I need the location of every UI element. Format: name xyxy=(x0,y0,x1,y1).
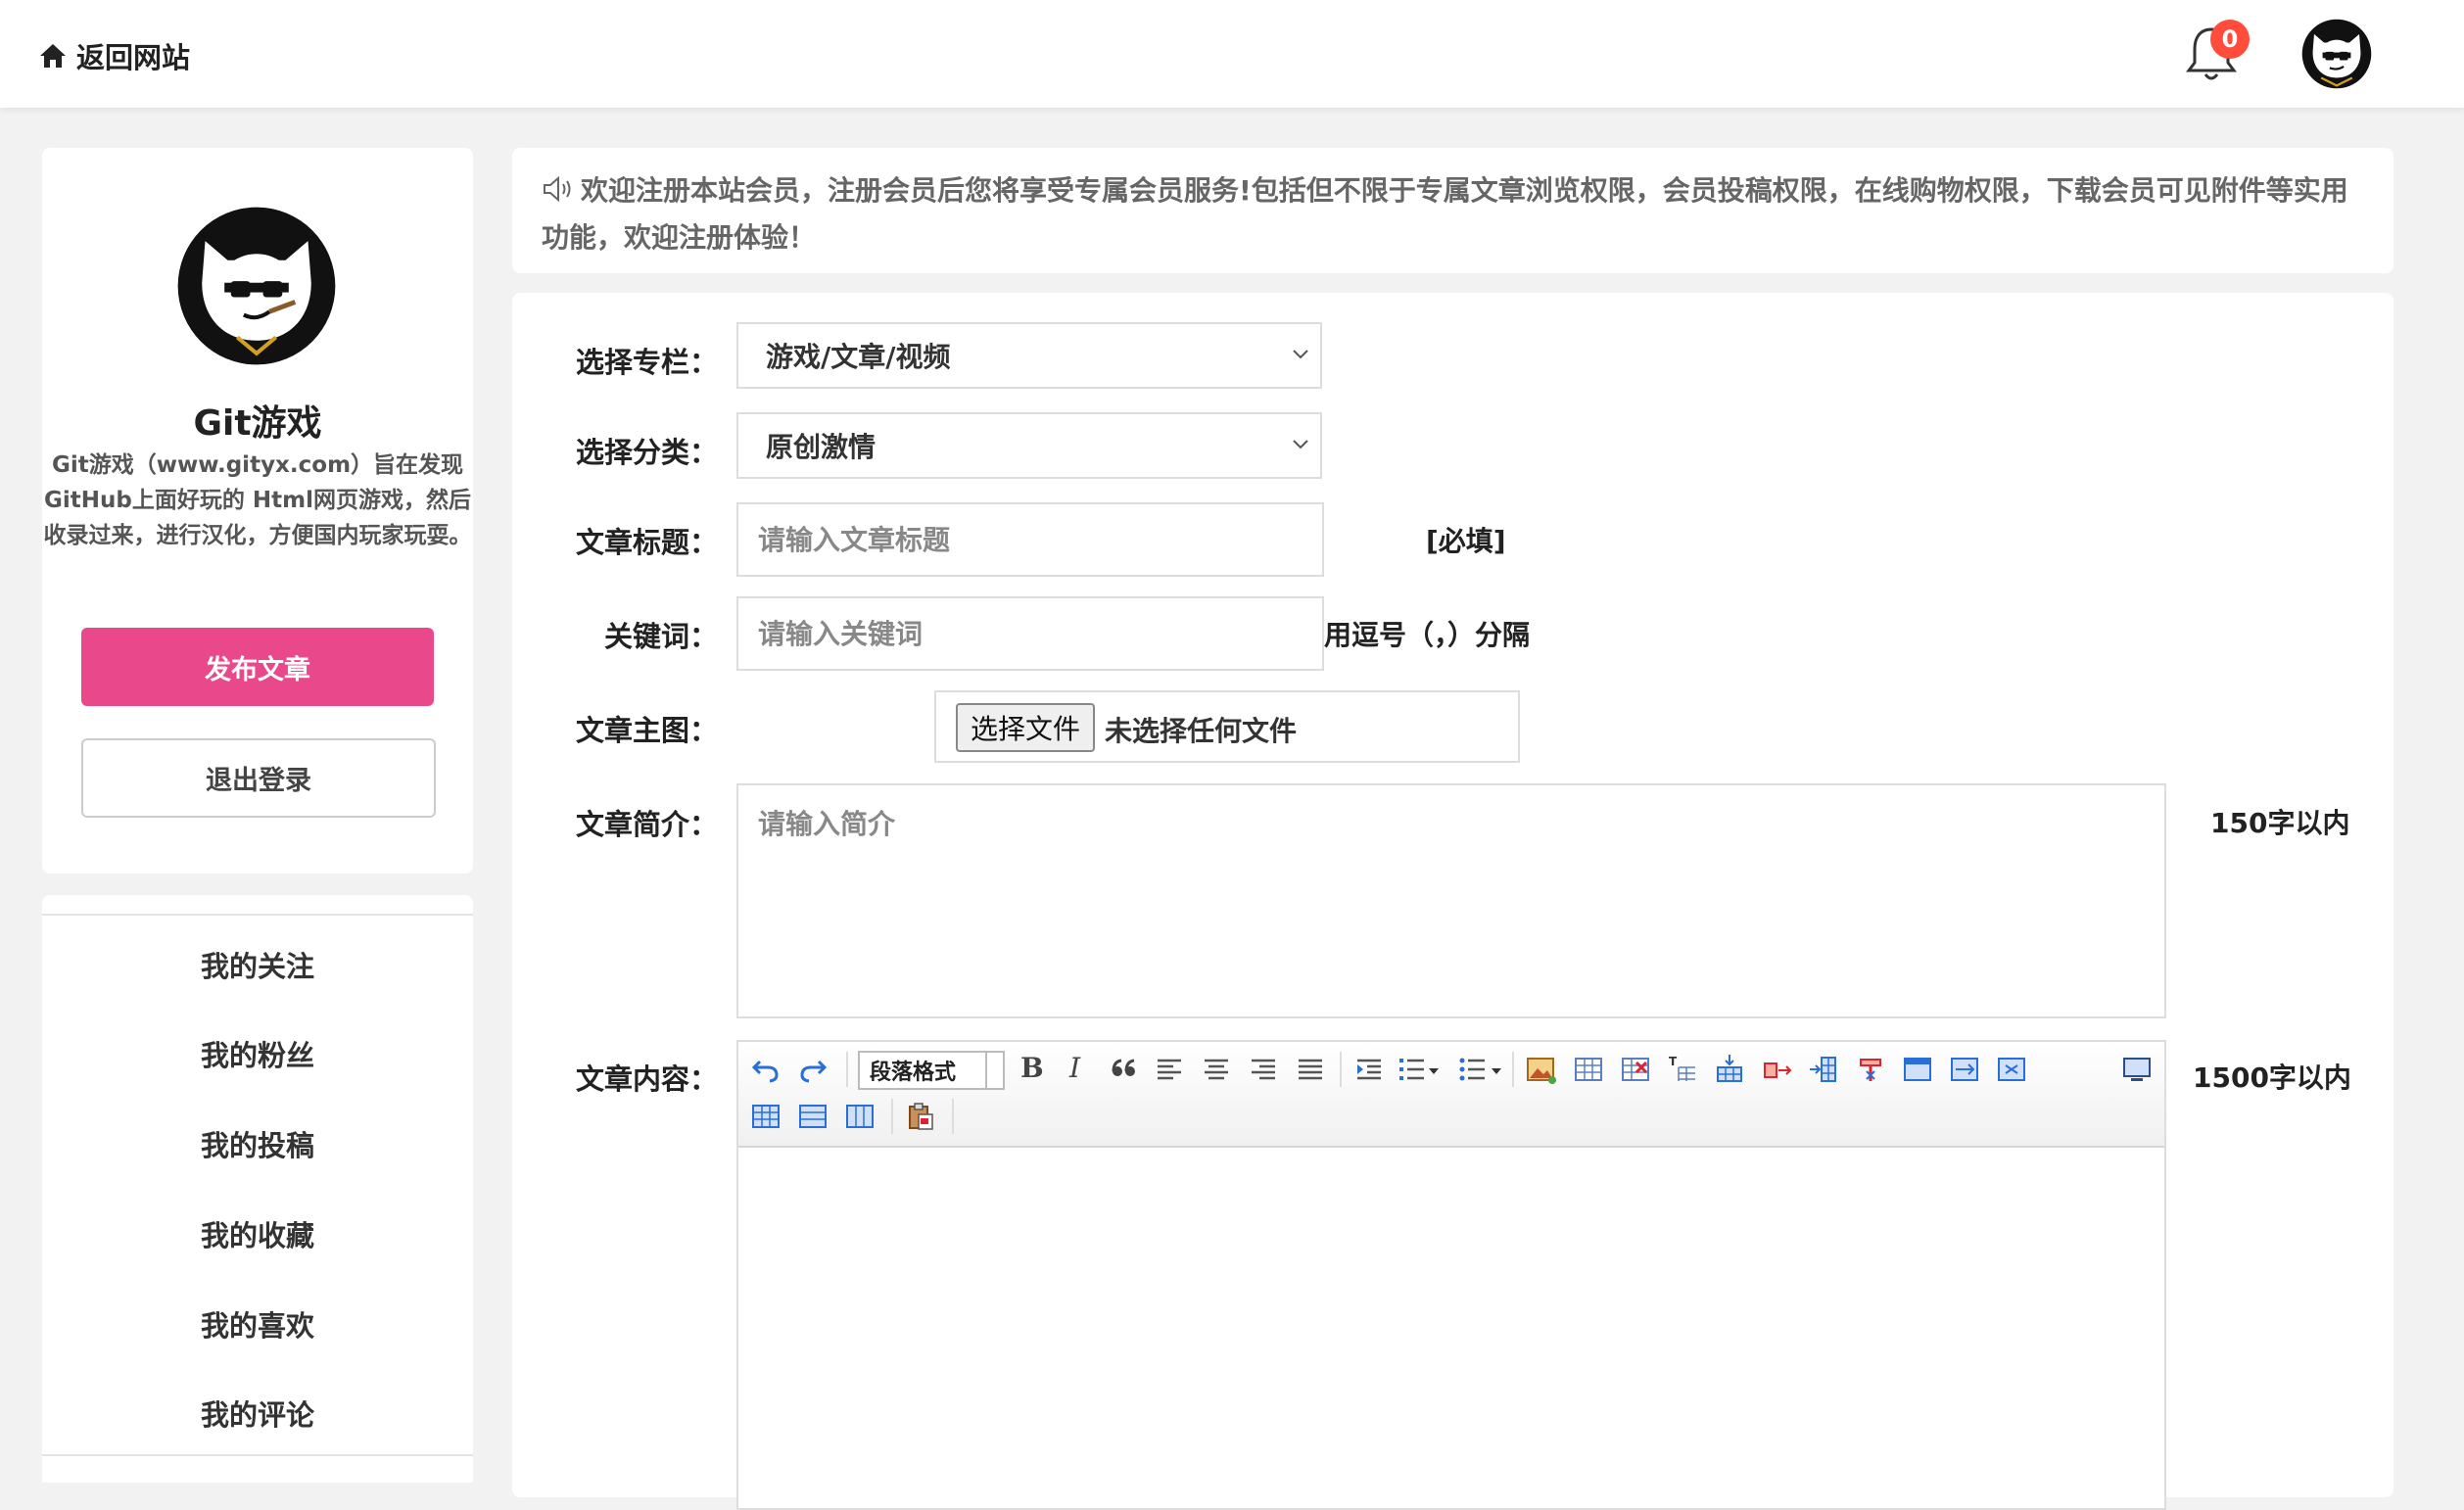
editor-toolbar: 段落格式 B I T xyxy=(738,1042,2164,1148)
menu-item-comments[interactable]: 我的评论 xyxy=(42,1392,473,1434)
indent-icon[interactable] xyxy=(1353,1054,1385,1085)
title-label: 文章标题： xyxy=(575,526,718,559)
redo-icon[interactable] xyxy=(797,1054,829,1085)
profile-avatar xyxy=(177,207,336,365)
svg-text:T: T xyxy=(1669,1055,1678,1068)
title-required-hint: [必填] xyxy=(1426,525,1506,557)
main-image-file-input: 选择文件 未选择任何文件 xyxy=(934,690,1520,763)
logout-button[interactable]: 退出登录 xyxy=(81,738,436,818)
divider xyxy=(42,1454,473,1456)
toolbar-separator xyxy=(952,1099,954,1134)
top-bar: 返回网站 0 xyxy=(0,0,2464,108)
publish-article-button[interactable]: 发布文章 xyxy=(81,628,434,706)
chevron-down-icon[interactable] xyxy=(1491,1067,1502,1075)
delete-row-icon[interactable] xyxy=(797,1101,829,1132)
profile-card: Git游戏 Git游戏（www.gityx.com）旨在发现GitHub上面好玩… xyxy=(42,148,473,873)
rich-text-editor[interactable]: 段落格式 B I T xyxy=(736,1040,2166,1510)
bold-button[interactable]: B xyxy=(1020,1052,1044,1084)
choose-file-button[interactable]: 选择文件 xyxy=(956,703,1095,752)
profile-name: Git游戏 xyxy=(193,403,322,444)
insert-row-icon[interactable] xyxy=(750,1101,782,1132)
chevron-down-icon xyxy=(1293,350,1308,359)
delete-table-icon[interactable] xyxy=(1620,1054,1651,1085)
unordered-list-icon[interactable] xyxy=(1457,1054,1489,1085)
align-left-icon[interactable] xyxy=(1154,1054,1185,1085)
divider xyxy=(42,914,473,916)
paragraph-format-label: 段落格式 xyxy=(870,1061,957,1085)
merge-cells-icon[interactable] xyxy=(1902,1054,1933,1085)
summary-label: 文章简介： xyxy=(575,808,718,841)
content-label: 文章内容： xyxy=(575,1062,718,1096)
title-input[interactable] xyxy=(736,502,1324,577)
summary-hint: 150字以内 xyxy=(2210,807,2350,839)
back-to-site-label: 返回网站 xyxy=(76,41,191,74)
notice-text: 欢迎注册本站会员，注册会员后您将享受专属会员服务!包括但不限于专属文章浏览权限，… xyxy=(542,174,2348,254)
column-select[interactable]: 游戏/文章/视频 xyxy=(736,322,1322,389)
category-select-value: 原创激情 xyxy=(766,431,877,463)
user-avatar[interactable] xyxy=(2301,19,2372,89)
menu-item-favorites[interactable]: 我的收藏 xyxy=(42,1213,473,1254)
split-cells-icon[interactable] xyxy=(1949,1054,1980,1085)
column-select-value: 游戏/文章/视频 xyxy=(766,341,951,373)
preview-icon[interactable] xyxy=(2121,1054,2153,1085)
notice-text-wrap: 欢迎注册本站会员，注册会员后您将享受专属会员服务!包括但不限于专属文章浏览权限，… xyxy=(542,167,2373,261)
menu-item-likes[interactable]: 我的喜欢 xyxy=(42,1303,473,1345)
toolbar-separator xyxy=(1512,1052,1514,1087)
toolbar-separator xyxy=(1340,1052,1342,1087)
file-status: 未选择任何文件 xyxy=(1105,715,1298,747)
undo-icon[interactable] xyxy=(750,1054,782,1085)
insert-column-before-icon[interactable] xyxy=(1761,1054,1792,1085)
chevron-down-icon xyxy=(1293,440,1308,449)
category-select[interactable]: 原创激情 xyxy=(736,412,1322,479)
insert-column-after-icon[interactable] xyxy=(1808,1054,1839,1085)
main-image-label: 文章主图： xyxy=(575,714,718,747)
column-label: 选择专栏： xyxy=(575,346,718,379)
table-caption-icon[interactable]: T xyxy=(1667,1054,1698,1085)
italic-button[interactable]: I xyxy=(1069,1052,1080,1084)
back-to-site-link[interactable]: 返回网站 xyxy=(39,35,190,76)
menu-item-submissions[interactable]: 我的投稿 xyxy=(42,1123,473,1164)
notification-badge: 0 xyxy=(2210,20,2250,59)
toolbar-separator xyxy=(891,1099,893,1134)
category-label: 选择分类： xyxy=(575,436,718,469)
menu-item-following[interactable]: 我的关注 xyxy=(42,944,473,985)
content-hint: 1500字以内 xyxy=(2193,1062,2351,1094)
chevron-down-icon[interactable] xyxy=(1428,1067,1440,1075)
align-justify-icon[interactable] xyxy=(1295,1054,1326,1085)
article-form: 选择专栏： 游戏/文章/视频 选择分类： 原创激情 文章标题： [必填] 关键词… xyxy=(512,293,2393,1510)
table-properties-icon[interactable] xyxy=(1996,1054,2027,1085)
toolbar-separator xyxy=(846,1052,848,1087)
insert-table-icon[interactable] xyxy=(1573,1054,1604,1085)
menu-item-fans[interactable]: 我的粉丝 xyxy=(42,1033,473,1074)
profile-description: Git游戏（www.gityx.com）旨在发现GitHub上面好玩的 Html… xyxy=(43,452,472,548)
blockquote-icon[interactable] xyxy=(1109,1054,1140,1085)
summary-textarea[interactable] xyxy=(736,783,2166,1018)
keywords-input[interactable] xyxy=(736,596,1324,671)
chevron-down-icon xyxy=(985,1051,1005,1090)
insert-row-above-icon[interactable] xyxy=(1714,1054,1745,1085)
insert-image-icon[interactable] xyxy=(1526,1054,1557,1085)
keywords-label: 关键词： xyxy=(603,620,718,653)
notice-banner: 欢迎注册本站会员，注册会员后您将享受专属会员服务!包括但不限于专属文章浏览权限，… xyxy=(512,148,2393,273)
align-center-icon[interactable] xyxy=(1201,1054,1232,1085)
insert-col-icon[interactable] xyxy=(844,1101,876,1132)
paragraph-format-select[interactable]: 段落格式 xyxy=(858,1051,1005,1090)
home-icon xyxy=(40,44,66,68)
user-menu: 我的关注 我的粉丝 我的投稿 我的收藏 我的喜欢 我的评论 xyxy=(42,895,473,1483)
align-right-icon[interactable] xyxy=(1248,1054,1279,1085)
speaker-icon xyxy=(544,175,571,203)
ordered-list-icon[interactable] xyxy=(1397,1054,1428,1085)
keywords-hint: 用逗号（，）分隔 xyxy=(1324,619,1531,651)
delete-column-icon[interactable] xyxy=(1855,1054,1886,1085)
paste-icon[interactable] xyxy=(905,1101,936,1132)
